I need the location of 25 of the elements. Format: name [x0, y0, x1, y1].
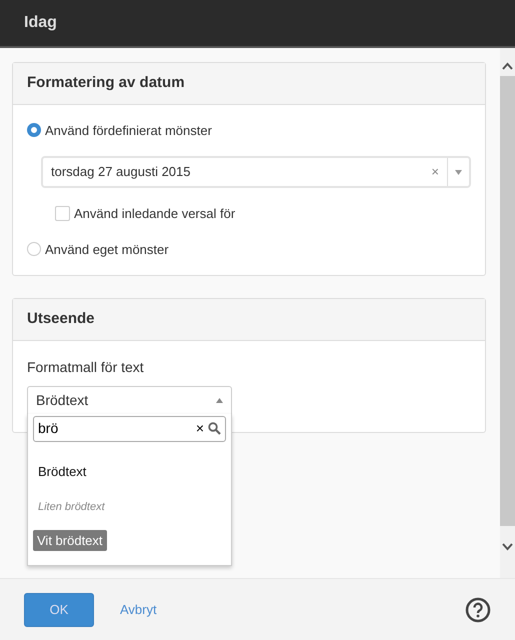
style-select[interactable]: Brödtext: [27, 386, 232, 416]
scroll-up-icon[interactable]: [502, 62, 513, 70]
clear-icon[interactable]: ×: [423, 162, 447, 182]
dialog-title: Idag: [24, 13, 57, 33]
menu-item[interactable]: Liten brödtext: [38, 499, 105, 516]
clear-icon[interactable]: ×: [196, 418, 204, 439]
help-icon[interactable]: [465, 596, 491, 622]
search-field[interactable]: brö ×: [33, 416, 226, 442]
panel-title: Utseende: [13, 299, 485, 340]
radio-button[interactable]: [27, 123, 41, 138]
field-label: Formatmall för text: [27, 358, 145, 376]
caret-icon[interactable]: [216, 398, 223, 403]
checkbox-label: Använd inledande versal för: [74, 205, 236, 223]
search-icon[interactable]: [208, 422, 221, 435]
radio-button[interactable]: [27, 242, 41, 256]
menu-item[interactable]: Brödtext: [38, 462, 86, 481]
checkbox[interactable]: [55, 206, 70, 222]
panel-title: Formatering av datum: [13, 63, 485, 104]
pattern-dropdown[interactable]: torsdag 27 augusti 2015 ×: [41, 156, 471, 188]
scrollbar[interactable]: [500, 48, 515, 578]
option-label: Använd eget mönster: [45, 240, 169, 259]
caret-icon[interactable]: [455, 170, 462, 174]
scroll-thumb[interactable]: [500, 76, 515, 526]
option-label: Använd fördefinierat mönster: [45, 122, 212, 140]
scroll-down-icon[interactable]: [502, 543, 513, 551]
